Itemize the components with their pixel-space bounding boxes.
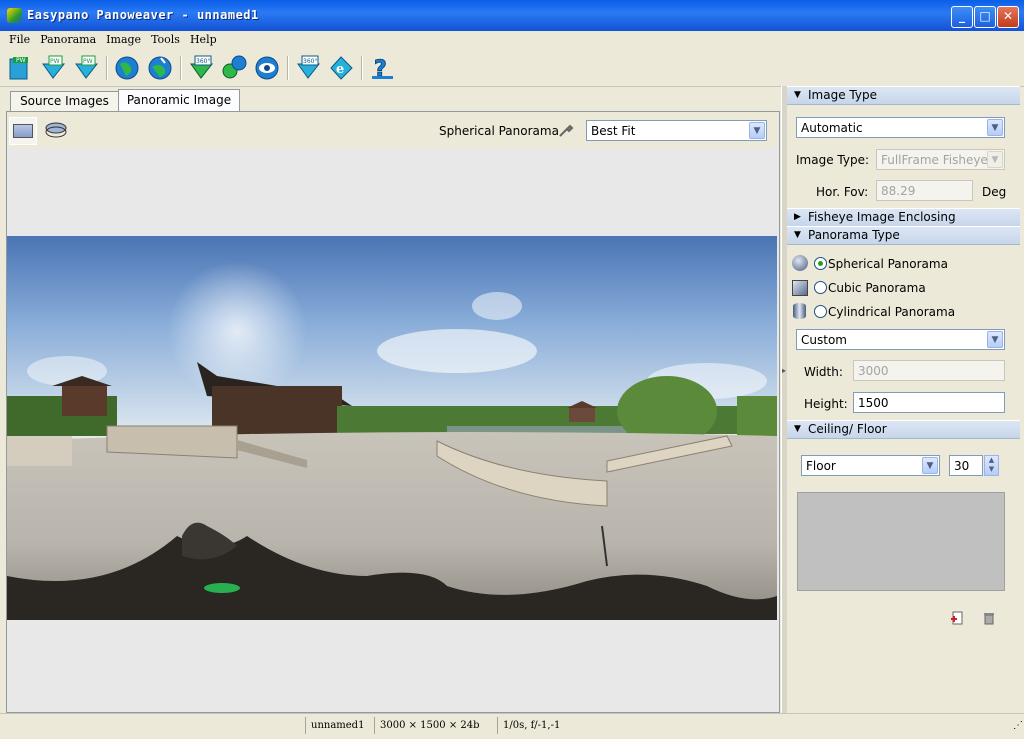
cylinder-view-icon	[45, 122, 67, 138]
ie-preview-icon[interactable]: e	[328, 54, 355, 81]
image-type-mode-select[interactable]: Automatic ▼	[796, 117, 1005, 138]
wrench-icon[interactable]	[558, 122, 574, 138]
view-toolbar: Spherical Panorama Best Fit ▼	[7, 112, 777, 148]
svg-text:360°: 360°	[303, 58, 317, 65]
preview-icon[interactable]	[254, 54, 281, 81]
size-mode-value: Custom	[801, 333, 847, 347]
hor-fov-label: Hor. Fov:	[816, 185, 869, 199]
deg-label: Deg	[982, 185, 1007, 199]
panoramic-image[interactable]	[7, 236, 777, 620]
tab-source-images[interactable]: Source Images	[10, 91, 119, 111]
add-image-icon[interactable]	[950, 611, 964, 625]
menu-bar: File Panorama Image Tools Help	[0, 31, 1024, 51]
svg-text:PW: PW	[50, 58, 60, 65]
resize-grip-icon[interactable]: ⋰	[1008, 717, 1023, 734]
ceiling-floor-preview	[797, 492, 1005, 591]
section-title: Image Type	[808, 88, 877, 102]
help-icon[interactable]: ?	[369, 54, 396, 83]
image-type-select[interactable]: FullFrame Fisheye ▼	[876, 149, 1005, 170]
image-type-section-header[interactable]: ▼ Image Type	[787, 86, 1020, 105]
maximize-button[interactable]: □	[974, 6, 996, 28]
spherical-label[interactable]: Spherical Panorama	[828, 257, 948, 271]
new-project-icon[interactable]: PW	[7, 54, 34, 81]
status-image-size: 3000 × 1500 × 24b	[374, 717, 499, 734]
panorama-type-section-header[interactable]: ▼ Panorama Type	[787, 226, 1020, 245]
width-input[interactable]: 3000	[853, 360, 1005, 381]
image-type-mode-value: Automatic	[801, 121, 863, 135]
svg-text:PW: PW	[16, 57, 26, 64]
chevron-down-icon: ▼	[987, 151, 1003, 168]
stitch-icon[interactable]	[114, 54, 141, 81]
minimize-button[interactable]: _	[951, 6, 973, 28]
width-label: Width:	[804, 365, 843, 379]
svg-text:e: e	[336, 62, 344, 77]
window-title: Easypano Panoweaver - unnamed1	[27, 8, 259, 22]
panorama-type-label: Spherical Panorama	[439, 124, 559, 138]
image-type-value: FullFrame Fisheye	[881, 153, 988, 167]
collapse-icon: ▼	[794, 230, 801, 240]
tab-panoramic-image[interactable]: Panoramic Image	[118, 89, 240, 112]
cube-icon	[792, 280, 808, 296]
chevron-down-icon: ▼	[922, 457, 938, 474]
svg-text:PW: PW	[83, 58, 93, 65]
cylinder-icon	[793, 303, 806, 319]
section-title: Panorama Type	[808, 228, 900, 242]
height-label: Height:	[804, 397, 848, 411]
app-icon	[7, 8, 22, 23]
image-type-label: Image Type:	[796, 153, 870, 167]
cylindrical-radio[interactable]	[814, 305, 827, 318]
ceiling-floor-section-header[interactable]: ▼ Ceiling/ Floor	[787, 420, 1020, 439]
auto-stitch-icon[interactable]	[147, 54, 174, 81]
trash-icon[interactable]	[982, 611, 996, 625]
chevron-down-icon: ▼	[987, 119, 1003, 136]
status-bar: unnamed1 3000 × 1500 × 24b 1/0s, f/-1,-1…	[0, 713, 1024, 739]
collapse-icon: ▼	[794, 424, 801, 434]
spherical-radio[interactable]	[814, 257, 827, 270]
spherical-view-button[interactable]	[44, 120, 68, 140]
status-project-name: unnamed1	[305, 717, 374, 734]
fit-select[interactable]: Best Fit ▼	[586, 120, 767, 141]
export-360-icon[interactable]: 360°	[295, 54, 322, 81]
svg-text:360°: 360°	[196, 58, 210, 65]
publish-360-icon[interactable]: 360°	[188, 54, 215, 81]
ceiling-floor-value: Floor	[806, 459, 836, 473]
menu-panorama[interactable]: Panorama	[35, 31, 101, 48]
expand-icon: ▶	[794, 212, 801, 222]
hor-fov-input[interactable]: 88.29	[876, 180, 973, 201]
close-button[interactable]: ✕	[997, 6, 1019, 28]
status-exif: 1/0s, f/-1,-1	[497, 717, 623, 734]
chevron-down-icon: ▼	[987, 331, 1003, 348]
open-pw-icon[interactable]: PW	[40, 54, 67, 81]
fisheye-enclosing-section-header[interactable]: ▶ Fisheye Image Enclosing	[787, 208, 1020, 227]
height-input[interactable]: 1500	[853, 392, 1005, 413]
flat-image-icon	[13, 124, 33, 138]
section-title: Fisheye Image Enclosing	[808, 210, 956, 224]
collapse-icon: ▼	[794, 90, 801, 100]
save-pw-icon[interactable]: PW	[73, 54, 100, 81]
fit-select-value: Best Fit	[591, 124, 636, 138]
menu-help[interactable]: Help	[185, 31, 222, 48]
toolbar: PW PW PW 360° 360° e ?	[0, 50, 1024, 87]
ceiling-floor-spinner[interactable]: ▲ ▼	[984, 455, 999, 476]
flat-view-button[interactable]	[9, 117, 37, 145]
menu-image[interactable]: Image	[101, 31, 146, 48]
cubic-radio[interactable]	[814, 281, 827, 294]
menu-tools[interactable]: Tools	[146, 31, 185, 48]
menu-file[interactable]: File	[4, 31, 35, 48]
chevron-down-icon: ▼	[749, 122, 765, 139]
blend-icon[interactable]	[221, 54, 248, 81]
title-bar: Easypano Panoweaver - unnamed1 _ □ ✕	[0, 0, 1024, 31]
ceiling-floor-size-input[interactable]: 30	[949, 455, 983, 476]
section-title: Ceiling/ Floor	[808, 422, 887, 436]
cylindrical-label[interactable]: Cylindrical Panorama	[828, 305, 955, 319]
ceiling-floor-select[interactable]: Floor ▼	[801, 455, 940, 476]
size-mode-select[interactable]: Custom ▼	[796, 329, 1005, 350]
sphere-icon	[792, 255, 808, 271]
cubic-label[interactable]: Cubic Panorama	[828, 281, 926, 295]
